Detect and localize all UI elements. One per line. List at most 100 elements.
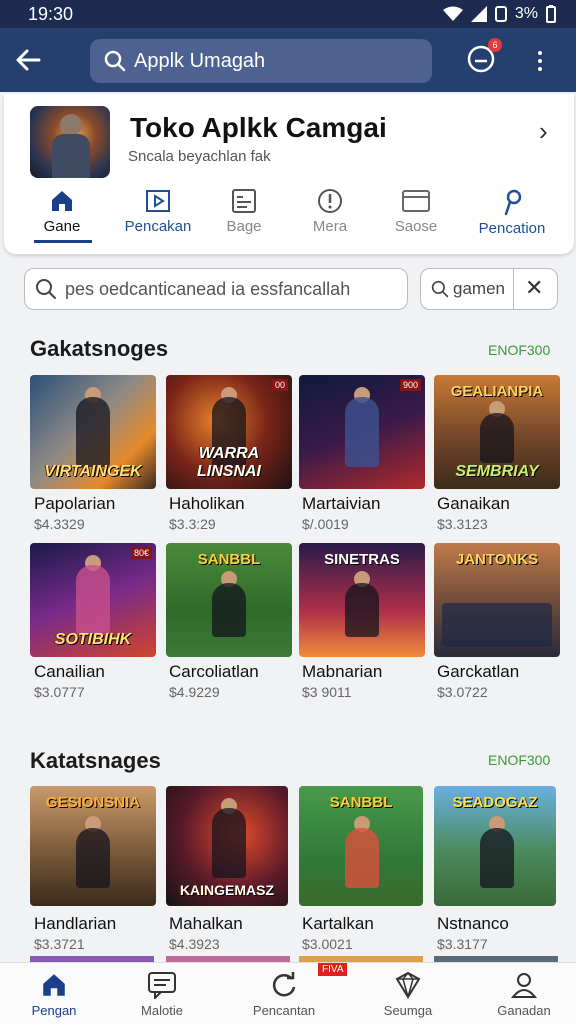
filter-search-input[interactable]: pes oedcanticanead ia essfancallah <box>24 268 408 310</box>
tile-top-text: JANTONKS <box>455 551 539 568</box>
refresh-icon <box>272 972 296 997</box>
game-name[interactable]: Canailian <box>34 662 105 682</box>
person-icon <box>510 973 538 998</box>
notification-button[interactable]: 6 <box>466 38 502 74</box>
game-name[interactable]: Mahalkan <box>169 914 243 934</box>
character-figure <box>76 565 110 635</box>
nav-pengan[interactable]: Pengan <box>4 971 104 1018</box>
crowd-figure <box>442 603 552 647</box>
tile-badge: 900 <box>399 379 421 391</box>
store-title: Toko Aplkk Camgai <box>130 112 387 143</box>
chevron-right-icon[interactable]: › <box>539 116 548 147</box>
tab-label: Pencakan <box>124 218 192 235</box>
store-header-card: Toko Aplkk Camgai Sncala beyachlan fak ›… <box>4 94 574 254</box>
tab-pencation[interactable]: Pencation <box>466 186 558 244</box>
tab-mera[interactable]: Mera <box>284 186 376 244</box>
character-figure <box>212 808 246 878</box>
status-time: 19:30 <box>28 3 74 24</box>
game-price: $4.9229 <box>169 684 220 700</box>
message-icon <box>148 972 176 999</box>
wifi-icon <box>442 6 463 21</box>
game-name[interactable]: Haholikan <box>169 494 245 514</box>
section-link[interactable]: ENOF300 <box>488 752 550 768</box>
nav-label: Seumga <box>383 1003 433 1018</box>
chip-divider <box>513 269 514 309</box>
tile-badge: 00 <box>271 379 288 391</box>
nav-label: Pencantan <box>252 1003 316 1018</box>
game-tile-canailian[interactable]: 80€ SOTIBIHK <box>30 543 156 657</box>
tile-top-text: GESIONSNIA <box>45 794 141 811</box>
play-icon <box>146 190 170 212</box>
game-name[interactable]: Kartalkan <box>302 914 374 934</box>
game-price: $3.0021 <box>302 936 353 952</box>
game-name[interactable]: Mabnarian <box>302 662 382 682</box>
nav-malotie[interactable]: Malotie <box>112 971 212 1018</box>
filter-search-text: pes oedcanticanead ia essfancallah <box>65 278 351 299</box>
nav-pencantan[interactable]: Pencantan <box>234 971 334 1018</box>
signal-icon <box>470 6 487 22</box>
nav-label: Malotie <box>141 1003 183 1018</box>
game-price: $/.0019 <box>302 516 349 532</box>
back-button[interactable] <box>0 28 56 92</box>
list-icon <box>232 189 256 213</box>
game-price: $3.3177 <box>437 936 488 952</box>
game-price: $3 9011 <box>302 684 352 700</box>
filter-chip[interactable]: gamen ✕ <box>420 268 558 310</box>
game-name[interactable]: Ganaikan <box>437 494 510 514</box>
nav-seumga[interactable]: Seumga <box>358 971 458 1018</box>
section-title: Katatsnages <box>30 748 161 773</box>
game-name[interactable]: Papolarian <box>34 494 115 514</box>
game-tile-papolarian[interactable]: VIRTAINGEK <box>30 375 156 489</box>
game-tile-carcoliatlan[interactable]: SANBBL <box>166 543 292 657</box>
game-price: $3.0722 <box>437 684 488 700</box>
arrow-left-icon <box>16 49 41 71</box>
filter-chip-text: gamen <box>453 279 505 298</box>
game-tile-mahalkan[interactable]: KAINGEMASZ <box>166 786 288 906</box>
character-figure <box>76 397 110 467</box>
game-tile-martaivian[interactable]: 900 <box>299 375 425 489</box>
game-tile-kartalkan[interactable]: SANBBL <box>299 786 423 906</box>
game-name[interactable]: Garckatlan <box>437 662 519 682</box>
close-icon[interactable]: ✕ <box>525 275 543 301</box>
more-options-icon[interactable] <box>528 46 552 76</box>
tab-label: Mera <box>312 218 348 235</box>
info-icon <box>318 189 342 213</box>
window-icon <box>402 190 430 212</box>
game-name[interactable]: Martaivian <box>302 494 380 514</box>
search-icon <box>36 279 56 299</box>
game-price: $3.3721 <box>34 936 85 952</box>
game-tile-handlarian[interactable]: GESIONSNIA <box>30 786 156 906</box>
section-title: Gakatsnoges <box>30 336 169 361</box>
game-tile-garckatlan[interactable]: JANTONKS <box>434 543 560 657</box>
tile-top-text: SEADOGAZ <box>452 794 538 811</box>
game-tile-nstnanco[interactable]: SEADOGAZ <box>434 786 556 906</box>
tab-pencakan[interactable]: Pencakan <box>112 186 204 244</box>
game-tile-ganaikan[interactable]: GEALIANPIA SEMBRIAY <box>434 375 560 489</box>
nav-badge: FIVA <box>318 963 348 976</box>
game-name[interactable]: Handlarian <box>34 914 116 934</box>
nav-ganadan[interactable]: Ganadan <box>474 971 574 1018</box>
character-figure <box>480 413 514 463</box>
bottom-navigation: Pengan Malotie Pencantan FIVA Seumga Gan… <box>0 962 576 1024</box>
tile-top-text: GEALIANPIA <box>450 383 544 400</box>
game-price: $3.3:29 <box>169 516 216 532</box>
tile-top-text: SANBBL <box>197 551 261 568</box>
section-link[interactable]: ENOF300 <box>488 342 550 358</box>
tab-gane[interactable]: Gane <box>16 186 108 244</box>
status-icons: 3% <box>442 5 556 23</box>
nav-label: Pengan <box>31 1003 77 1018</box>
game-name[interactable]: Nstnanco <box>437 914 509 934</box>
game-name[interactable]: Carcoliatlan <box>169 662 259 682</box>
game-tile-mabnarian[interactable]: SINETRAS <box>299 543 425 657</box>
tab-saose[interactable]: Saose <box>370 186 462 244</box>
tile-art-text: WARRA LINSNAI <box>197 445 261 480</box>
tab-label: Bage <box>226 218 262 235</box>
category-tabs: Gane Pencakan Bage Mera Saose Pencation <box>4 186 574 246</box>
tab-bage[interactable]: Bage <box>198 186 290 244</box>
status-bar: 19:30 3% <box>0 0 576 28</box>
game-price: $3.0777 <box>34 684 85 700</box>
game-tile-haholikan[interactable]: 00 WARRA LINSNAI <box>166 375 292 489</box>
tile-top-text: SANBBL <box>329 794 393 811</box>
tab-label: Saose <box>394 218 438 235</box>
search-bar[interactable]: Applk Umagah <box>90 39 432 83</box>
